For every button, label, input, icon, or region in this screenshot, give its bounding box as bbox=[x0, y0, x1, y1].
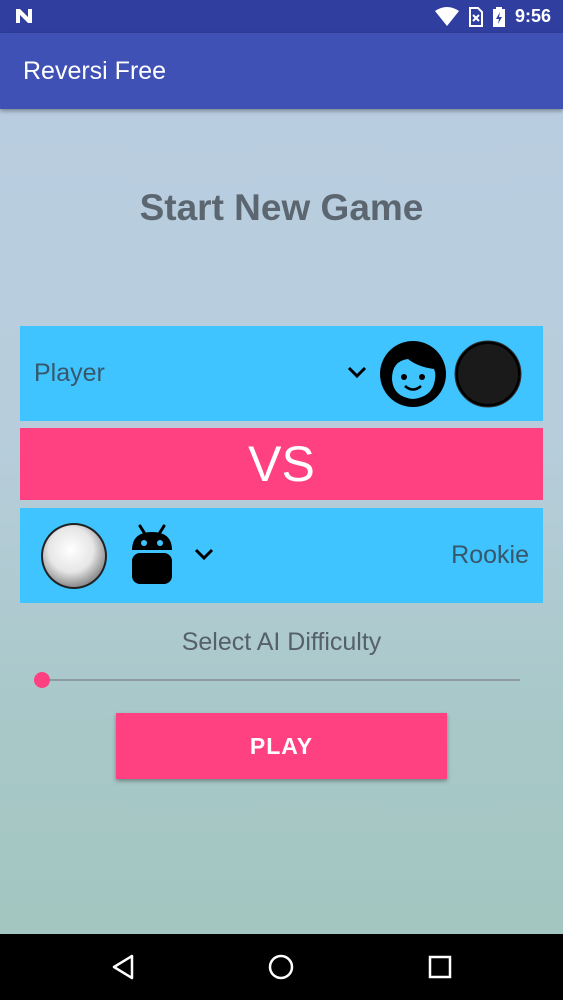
player-name: Player bbox=[34, 359, 105, 387]
chevron-down-icon[interactable] bbox=[193, 546, 215, 562]
battery-charging-icon bbox=[492, 6, 505, 27]
opponent-name: Rookie bbox=[451, 541, 529, 569]
play-button[interactable]: PLAY bbox=[116, 713, 447, 779]
app-title: Reversi Free bbox=[23, 57, 167, 85]
white-disc-icon bbox=[41, 523, 107, 589]
status-time: 9:56 bbox=[514, 6, 551, 26]
android-icon bbox=[132, 524, 172, 584]
home-icon[interactable] bbox=[268, 954, 294, 980]
notification-n-icon bbox=[16, 9, 32, 23]
page-title: Start New Game bbox=[139, 187, 424, 228]
main-content: Start New Game Player VS Rookie Select A… bbox=[0, 109, 563, 934]
slider-thumb[interactable] bbox=[34, 672, 50, 688]
vs-banner: VS bbox=[20, 428, 543, 500]
status-bar: 9:56 bbox=[0, 0, 563, 33]
sim-no-signal-icon bbox=[468, 6, 483, 27]
difficulty-slider[interactable] bbox=[34, 670, 520, 690]
wifi-icon bbox=[434, 6, 459, 26]
face-icon bbox=[380, 341, 446, 407]
app-bar: Reversi Free bbox=[0, 33, 563, 109]
difficulty-label: Select AI Difficulty bbox=[181, 628, 382, 656]
navigation-bar bbox=[0, 934, 563, 1000]
slider-track[interactable] bbox=[42, 679, 520, 681]
chevron-down-icon[interactable] bbox=[346, 364, 368, 380]
opponent-selector-row[interactable]: Rookie bbox=[20, 508, 543, 603]
recents-icon[interactable] bbox=[428, 954, 452, 980]
black-disc-icon bbox=[454, 340, 522, 408]
player-selector-row[interactable]: Player bbox=[20, 326, 543, 421]
back-icon[interactable] bbox=[111, 954, 135, 980]
